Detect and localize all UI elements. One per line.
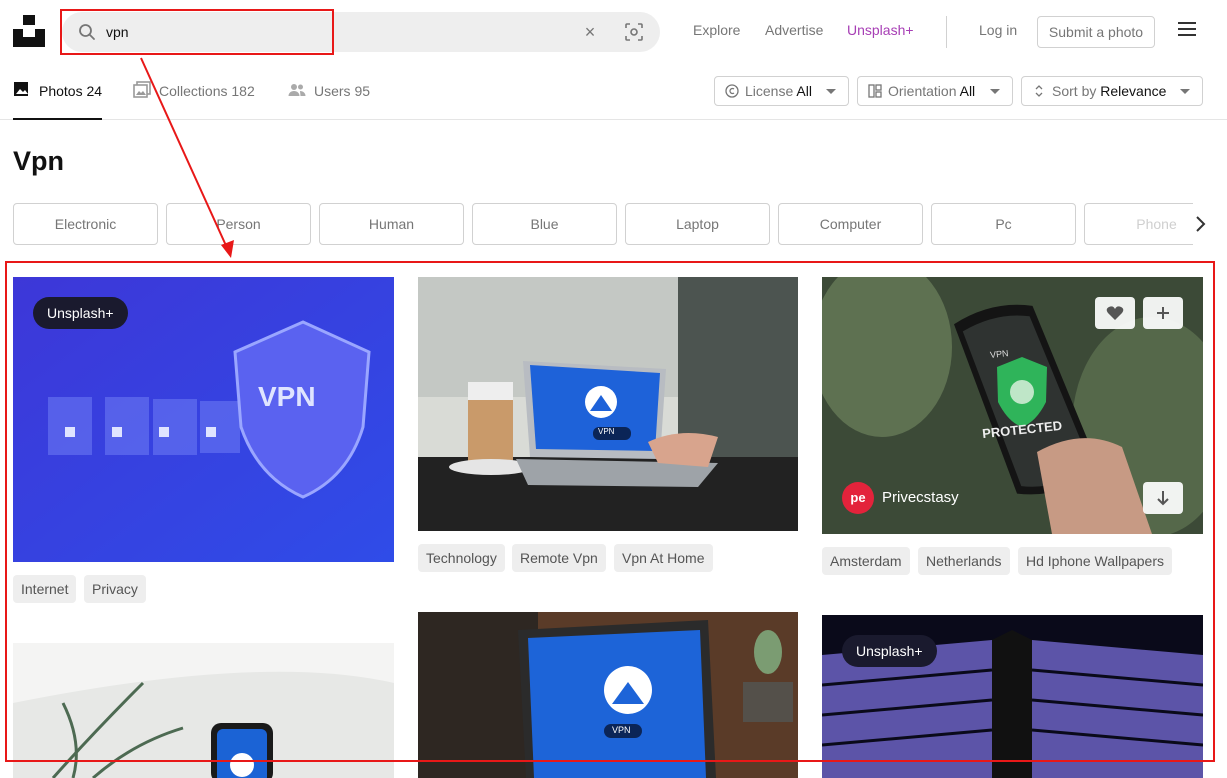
annotation-arrow-icon <box>140 57 234 258</box>
